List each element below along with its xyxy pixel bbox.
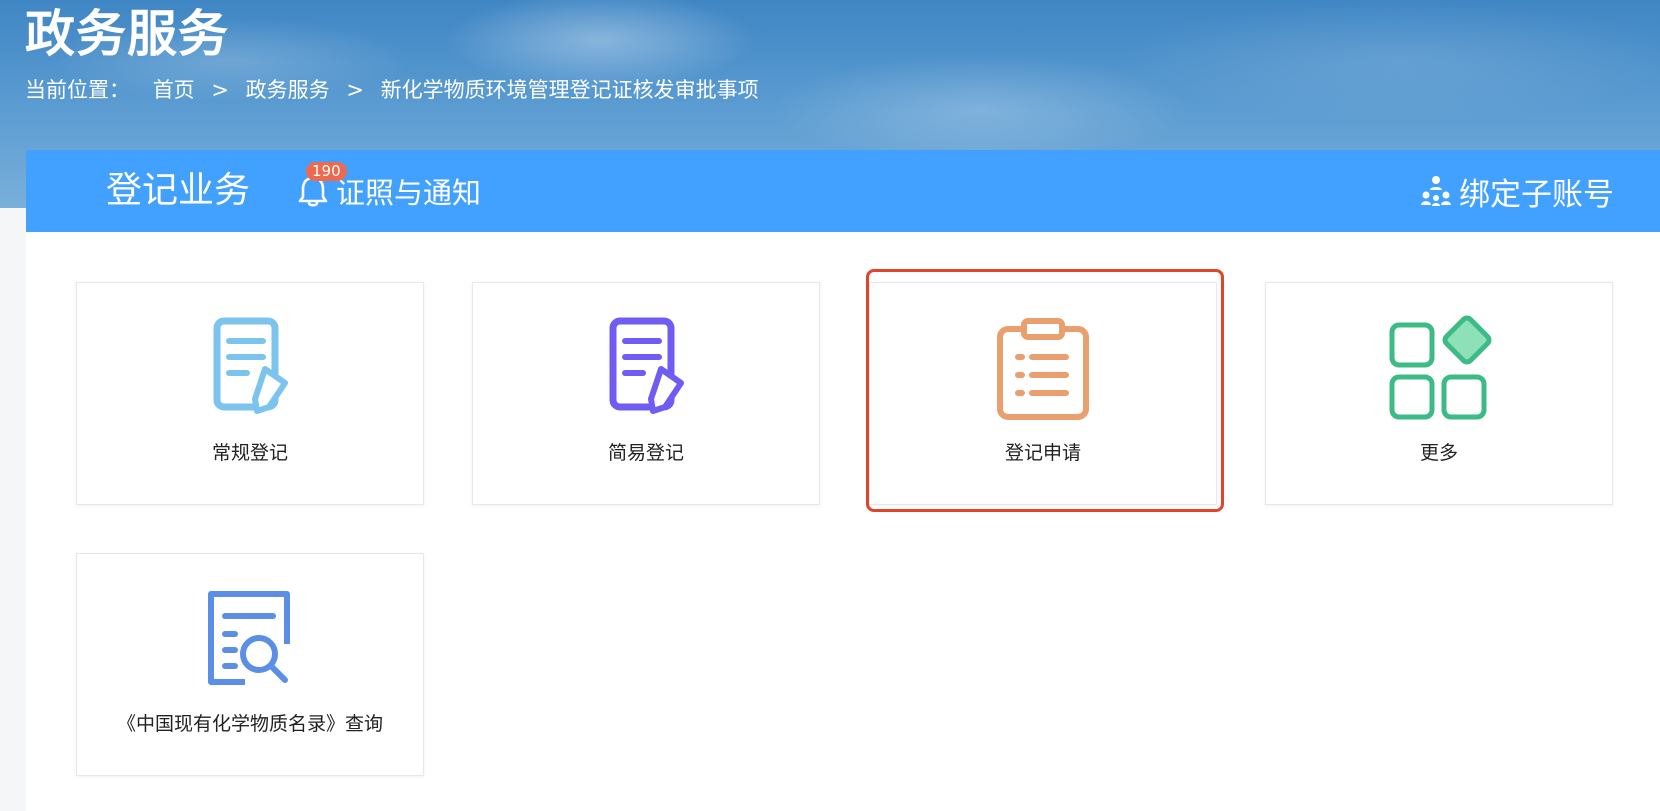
service-card-regular-registration[interactable]: 常规登记 [76,282,424,505]
service-card-simple-registration[interactable]: 简易登记 [472,282,820,505]
document-search-icon [208,591,290,685]
service-card-registration-application[interactable]: 登记申请 [869,282,1217,505]
breadcrumb-separator: > [211,78,229,102]
breadcrumb-home-link[interactable]: 首页 [153,78,195,102]
bell-icon: 190 [294,162,347,210]
tab-license-notice[interactable]: 190 证照与通知 [294,150,481,232]
breadcrumb-separator: > [346,78,364,102]
breadcrumb: 当前位置： 首页 > 政务服务 > 新化学物质环境管理登记证核发审批事项 [25,74,759,106]
document-edit-icon [213,317,288,414]
page: 政务服务 当前位置： 首页 > 政务服务 > 新化学物质环境管理登记证核发审批事… [0,0,1660,811]
navbar: 登记业务 190 证照与通知 绑定子账号 [26,150,1660,232]
clipboard-list-icon [997,318,1089,420]
bind-sub-account-button[interactable]: 绑定子账号 [1419,150,1614,232]
service-card-label: 常规登记 [211,442,288,464]
service-card-label: 登记申请 [1004,442,1081,464]
service-card-label: 《中国现有化学物质名录》查询 [116,713,383,735]
page-title: 政务服务 [25,5,229,63]
service-card-more[interactable]: 更多 [1265,282,1613,505]
service-card-chemical-inventory-query[interactable]: 《中国现有化学物质名录》查询 [76,553,424,776]
breadcrumb-gov-service-link[interactable]: 政务服务 [246,78,330,102]
org-structure-icon [1421,176,1451,206]
notification-count-badge: 190 [306,162,347,181]
breadcrumb-prefix: 当前位置： [25,78,130,102]
document-edit-icon [609,317,684,414]
service-card-label: 简易登记 [607,442,684,464]
bind-sub-account-label: 绑定子账号 [1459,176,1614,213]
tab-license-notice-label: 证照与通知 [336,176,482,210]
breadcrumb-current: 新化学物质环境管理登记证核发审批事项 [380,78,759,102]
grid-more-icon [1389,315,1492,420]
service-card-label: 更多 [1419,442,1458,464]
tab-registration-business[interactable]: 登记业务 [106,150,250,232]
